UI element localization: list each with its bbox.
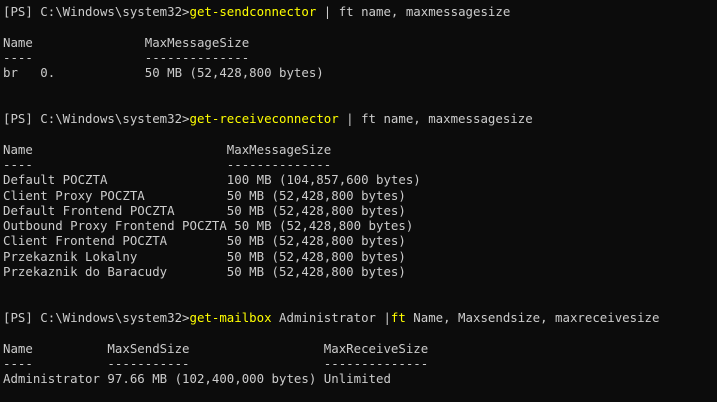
table-row: Client Proxy POCZTA 50 MB (52,428,800 by… [3, 187, 406, 203]
table-row: Administrator 97.66 MB (102,400,000 byte… [3, 371, 391, 387]
table-underline: ---- ----------- -------------- [3, 355, 429, 371]
table-row: Outbound Proxy Frontend POCZTA 50 MB (52… [3, 218, 414, 234]
command-text: ft [390, 309, 406, 325]
prompt: [PS] C:\Windows\system32> [3, 309, 190, 325]
command-args: | ft name, maxmessagesize [338, 111, 533, 127]
command-args: Name, Maxsendsize, maxreceivesize [405, 309, 660, 325]
command-args: | ft name, maxmessagesize [316, 4, 511, 19]
table-row: Default POCZTA 100 MB (104,857,600 bytes… [3, 172, 421, 188]
command-text: get-sendconnector [189, 4, 317, 19]
table-header: Name MaxMessageSize [3, 141, 332, 157]
command-line: [PS] C:\Windows\system32>get-mailbox Adm… [3, 310, 717, 325]
table-row: Default Frontend POCZTA 50 MB (52,428,80… [3, 202, 406, 218]
table-row: br 0. 50 MB (52,428,800 bytes) [3, 65, 324, 81]
command-line: [PS] C:\Windows\system32>get-sendconnect… [3, 4, 717, 19]
table-underline: ---- -------------- [3, 156, 332, 172]
prompt: [PS] C:\Windows\system32> [3, 111, 190, 127]
command-text: get-mailbox [189, 309, 272, 325]
command-text: get-receiveconnector [189, 111, 339, 127]
table-underline: ---- -------------- [3, 49, 250, 65]
table-row: Client Frontend POCZTA 50 MB (52,428,800… [3, 233, 406, 249]
command-line: [PS] C:\Windows\system32>get-receiveconn… [3, 111, 717, 126]
table-header: Name MaxSendSize MaxReceiveSize [3, 340, 429, 356]
command-args: Administrator | [271, 309, 391, 325]
table-row: Przekaznik Lokalny 50 MB (52,428,800 byt… [3, 248, 406, 264]
powershell-console[interactable]: [PS] C:\Windows\system32>get-sendconnect… [0, 0, 717, 402]
table-row: Przekaznik do Baracudy 50 MB (52,428,800… [3, 264, 406, 280]
prompt: [PS] C:\Windows\system32> [3, 4, 190, 19]
table-header: Name MaxMessageSize [3, 34, 250, 50]
